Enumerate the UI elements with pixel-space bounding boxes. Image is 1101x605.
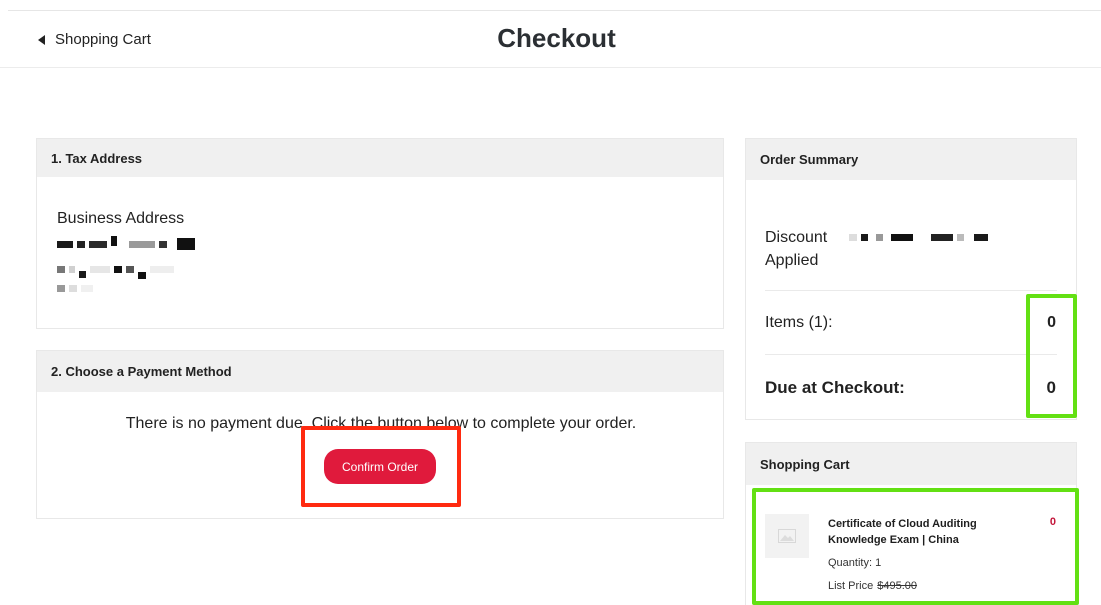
checkout-header: Shopping Cart Checkout: [0, 11, 1101, 68]
shopping-cart-heading: Shopping Cart: [746, 443, 1076, 485]
redacted-address-line: [57, 236, 199, 250]
summary-divider: [765, 354, 1057, 355]
redacted-address-line: [57, 260, 178, 279]
due-at-checkout-label: Due at Checkout:: [765, 378, 905, 397]
highlight-box-green: [1026, 294, 1077, 418]
discount-applied-label: Discount Applied: [765, 229, 828, 269]
tax-address-heading: 1. Tax Address: [37, 139, 723, 177]
order-summary-heading: Order Summary: [746, 139, 1076, 180]
redacted-address-line: [57, 285, 97, 292]
highlight-box-red: [301, 426, 461, 507]
tax-address-panel: 1. Tax Address Business Address: [36, 138, 724, 329]
page-title: Checkout: [497, 23, 616, 53]
items-count-label: Items (1):: [765, 314, 833, 331]
summary-divider: [765, 290, 1057, 291]
payment-method-heading: 2. Choose a Payment Method: [37, 351, 723, 392]
business-address-label: Business Address: [57, 210, 185, 227]
highlight-box-green: [752, 488, 1079, 605]
redacted-discount-code: [849, 234, 992, 241]
